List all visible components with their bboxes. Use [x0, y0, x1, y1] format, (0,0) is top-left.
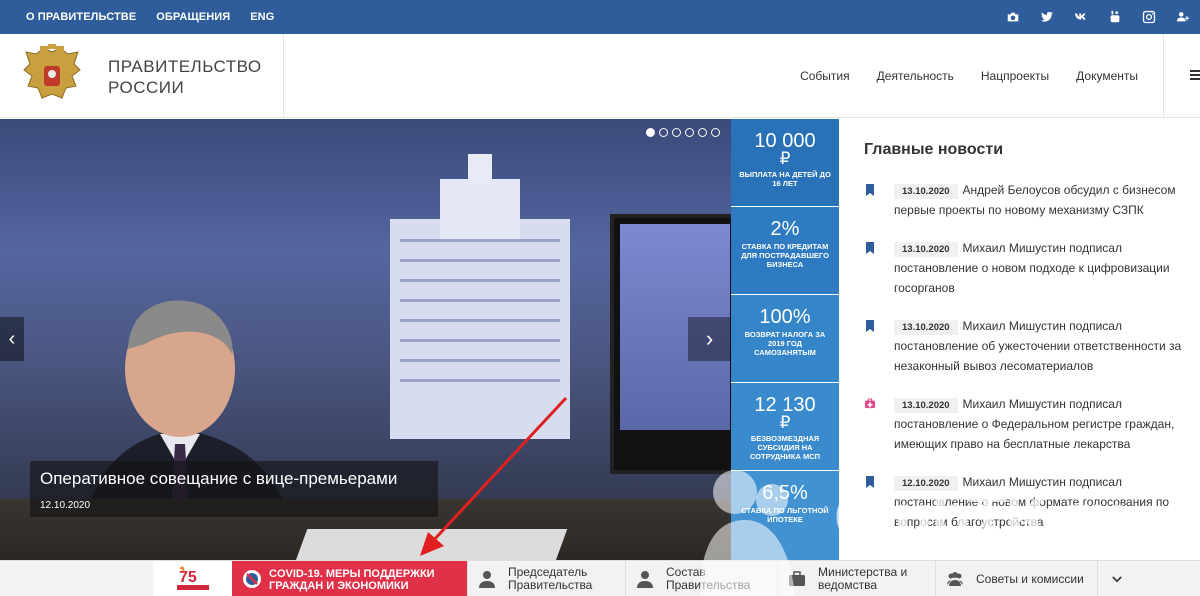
bottom-nav: 75 COVID-19. МЕРЫ ПОДДЕРЖКИ ГРАЖДАН И ЭК…: [0, 560, 1200, 596]
government-building-image: [390, 154, 570, 439]
slider-dot-1[interactable]: [646, 128, 655, 137]
stat-card-child-payment[interactable]: 10 000 ₽ ВЫПЛАТА НА ДЕТЕЙ ДО 16 ЛЕТ: [731, 119, 839, 206]
chevron-left-icon: ‹: [8, 327, 16, 350]
site-title[interactable]: ПРАВИТЕЛЬСТВО РОССИИ: [108, 56, 262, 98]
slider-prev-button[interactable]: ‹: [0, 317, 24, 361]
top-links: О ПРАВИТЕЛЬСТВЕ ОБРАЩЕНИЯ ENG: [26, 11, 294, 23]
slider-dot-6[interactable]: [711, 128, 720, 137]
stat-card-loan-rate[interactable]: 2% СТАВКА ПО КРЕДИТАМ ДЛЯ ПОСТРАДАВШЕГО …: [731, 207, 839, 294]
youtube-icon[interactable]: [1098, 0, 1132, 34]
stat-card-tax-refund[interactable]: 100% ВОЗВРАТ НАЛОГА ЗА 2019 ГОД САМОЗАНЯ…: [731, 295, 839, 382]
chevron-right-icon: ›: [705, 326, 714, 351]
bottom-nav-chairman[interactable]: Председатель Правительства: [467, 561, 617, 596]
person-icon: [637, 571, 653, 588]
bottom-nav-more-button[interactable]: [1097, 561, 1135, 596]
briefcase-icon: [789, 571, 805, 586]
nav-national-projects[interactable]: Нацпроекты: [981, 69, 1049, 83]
slide-caption-title: Оперативное совещание с вице-премьерами: [40, 469, 398, 488]
stat-card-mortgage[interactable]: 6,5% СТАВКА ПО ЛЬГОТНОЙ ИПОТЕКЕ: [731, 471, 839, 560]
header-divider-right: [1163, 34, 1164, 118]
victory-75-logo[interactable]: 75: [153, 561, 232, 596]
slider-dot-5[interactable]: [698, 128, 707, 137]
group-icon: [947, 572, 963, 586]
bookmark-icon: [866, 242, 874, 254]
site-header: ПРАВИТЕЛЬСТВО РОССИИ События Деятельност…: [0, 34, 1200, 118]
chevron-down-icon: [1111, 575, 1122, 582]
slider-dot-3[interactable]: [672, 128, 681, 137]
slider-next-button[interactable]: ›: [688, 317, 731, 361]
vk-icon[interactable]: [1064, 0, 1098, 34]
twitter-icon[interactable]: [1030, 0, 1064, 34]
social-links: [996, 0, 1200, 34]
watermark-text: ClubTK.ru: [834, 481, 1127, 553]
bottom-nav-ministries[interactable]: Министерства и ведомства: [777, 561, 935, 596]
slide-caption[interactable]: Оперативное совещание с вице-премьерами …: [30, 461, 438, 517]
menu-icon[interactable]: [1190, 70, 1200, 80]
bottom-nav-cabinet[interactable]: Состав Правительства: [625, 561, 775, 596]
slide-caption-date: 12.10.2020: [40, 500, 91, 511]
header-divider: [283, 34, 284, 118]
instagram-icon[interactable]: [1132, 0, 1166, 34]
stat-card-subsidy[interactable]: 12 130 ₽ БЕЗВОЗМЕЗДНАЯ СУБСИДИЯ НА СОТРУ…: [731, 383, 839, 470]
top-bar: О ПРАВИТЕЛЬСТВЕ ОБРАЩЕНИЯ ENG: [0, 0, 1200, 34]
bookmark-icon: [866, 320, 874, 332]
news-heading: Главные новости: [864, 141, 1004, 158]
bookmark-icon: [866, 184, 874, 196]
medkit-icon: [865, 398, 875, 409]
svg-text:75: 75: [179, 569, 197, 586]
ban-icon: [243, 570, 261, 588]
nav-documents[interactable]: Документы: [1076, 69, 1138, 83]
nav-activity[interactable]: Деятельность: [877, 69, 954, 83]
slider-dot-2[interactable]: [659, 128, 668, 137]
main-nav: События Деятельность Нацпроекты Документ…: [773, 34, 1138, 118]
person-icon: [479, 571, 495, 588]
users-icon[interactable]: [1166, 0, 1200, 34]
covid-support-button[interactable]: COVID-19. МЕРЫ ПОДДЕРЖКИ ГРАЖДАН И ЭКОНО…: [232, 561, 467, 596]
papers-image: [292, 529, 568, 560]
stats-column: 10 000 ₽ ВЫПЛАТА НА ДЕТЕЙ ДО 16 ЛЕТ 2% С…: [731, 119, 839, 560]
nav-events[interactable]: События: [800, 69, 850, 83]
bottom-nav-councils[interactable]: Советы и комиссии: [935, 561, 1097, 596]
slider-dot-4[interactable]: [685, 128, 694, 137]
slider-dots: [646, 128, 724, 137]
top-link-eng[interactable]: ENG: [250, 11, 274, 23]
top-link-appeals[interactable]: ОБРАЩЕНИЯ: [156, 11, 230, 23]
top-link-about[interactable]: О ПРАВИТЕЛЬСТВЕ: [26, 11, 136, 23]
camera-icon[interactable]: [996, 0, 1030, 34]
coat-of-arms-logo[interactable]: [22, 44, 82, 108]
